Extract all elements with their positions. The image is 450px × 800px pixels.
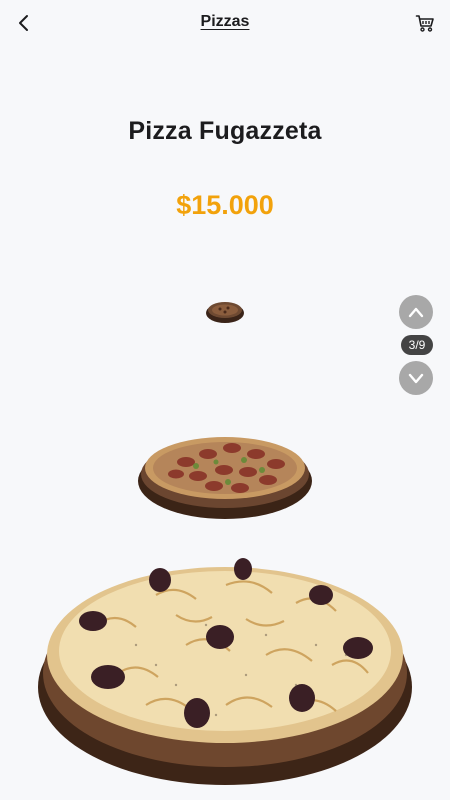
- product-name: Pizza Fugazzeta: [128, 117, 322, 145]
- pizza-image-middle[interactable]: [136, 426, 314, 522]
- cart-button[interactable]: [412, 10, 438, 36]
- chevron-up-icon: [408, 307, 424, 318]
- top-bar: Pizzas: [0, 0, 450, 48]
- carousel-counter: 3/9: [401, 335, 433, 355]
- previous-button[interactable]: [399, 295, 433, 329]
- carousel-nav: 3/9: [399, 295, 435, 395]
- product-price: $15.000: [176, 190, 274, 220]
- pizza-image-far[interactable]: [205, 298, 245, 324]
- next-button[interactable]: [399, 361, 433, 395]
- category-title: Pizzas: [0, 13, 450, 31]
- category-link[interactable]: Pizzas: [201, 13, 250, 30]
- pizza-image-selected[interactable]: [36, 555, 414, 787]
- cart-icon: [415, 15, 434, 32]
- chevron-down-icon: [408, 373, 424, 384]
